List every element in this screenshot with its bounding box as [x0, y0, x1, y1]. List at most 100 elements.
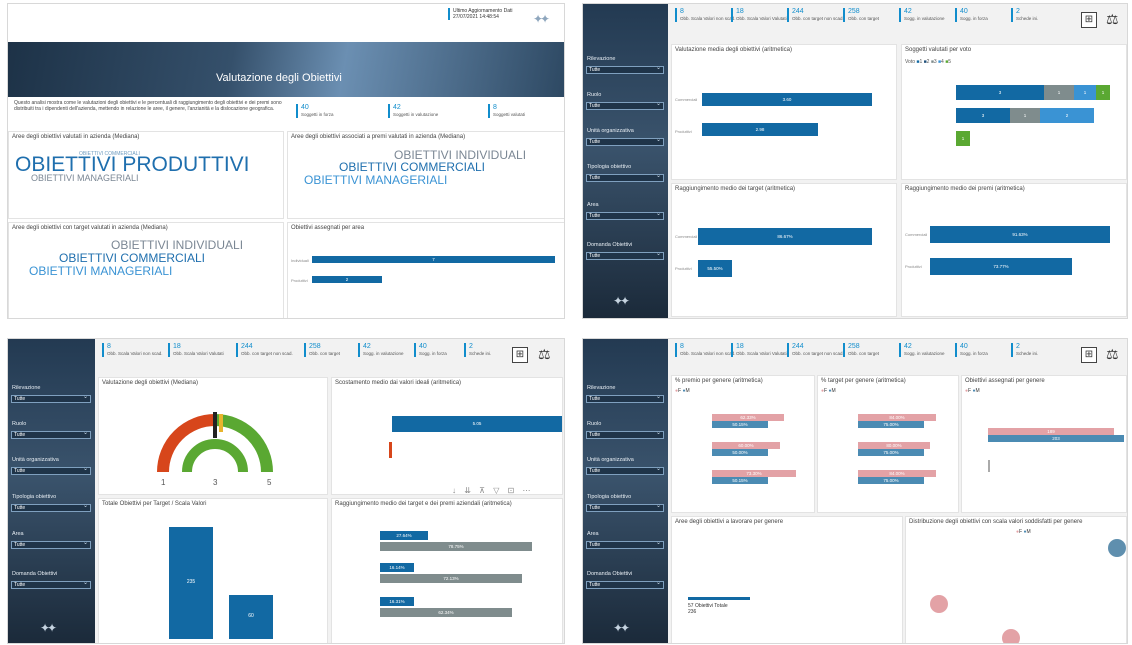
chart-raggiungimento-premi[interactable]: Raggiungimento medio dei premi (aritmeti… [901, 183, 1127, 317]
filter-domanda[interactable]: Tutte [586, 580, 664, 589]
filter-ruolo[interactable]: Tutte [586, 430, 664, 439]
bar[interactable]: 27.64% [380, 531, 428, 540]
bar[interactable]: 73.30% [712, 470, 796, 477]
filter-rilevazione[interactable]: Tutte [586, 65, 664, 74]
bar[interactable]: 3.60 [702, 93, 872, 106]
kpi-item: 18 Obb. Scala Valori Valutati [731, 343, 787, 357]
chart-distribuzione-scala-valori[interactable]: Distribuzione degli obiettivi con scala … [905, 516, 1127, 643]
filter-domanda[interactable]: Tutte [11, 580, 91, 589]
panel-gauge: Rilevazione Tutte Ruolo Tutte Unità orga… [7, 338, 565, 644]
chart-gauge-valutazione[interactable]: Valutazione degli obiettivi (Mediana) 1 … [98, 377, 328, 495]
kpi-label: Obb. con target [848, 351, 880, 356]
filter-area[interactable]: Tutte [11, 540, 91, 549]
kpi-label: Sogg. in valutazione [904, 16, 945, 21]
bar-segment[interactable]: 1 [1010, 108, 1040, 123]
wordcloud-aree-target[interactable]: Aree degli obiettivi con target valutati… [8, 222, 284, 318]
bar[interactable]: 16.31% [380, 597, 414, 606]
legend-item: M [685, 388, 690, 394]
bar[interactable]: 50.00% [712, 449, 768, 456]
legend-title: Voto [905, 59, 916, 65]
filter-ruolo[interactable]: Tutte [586, 101, 664, 110]
scale-icon[interactable]: ⚖ [1106, 346, 1119, 363]
bar[interactable]: 72.13% [380, 574, 522, 583]
filter-tipologia[interactable]: Tutte [586, 503, 664, 512]
filter-domanda[interactable]: Tutte [586, 251, 664, 260]
chart-obiettivi-genere[interactable]: Obiettivi assegnati per genere ●F ●M 189… [961, 375, 1127, 513]
filter-tipologia[interactable]: Tutte [11, 503, 91, 512]
scale-icon[interactable]: ⚖ [1106, 11, 1119, 28]
bar[interactable]: 16.14% [380, 563, 414, 572]
bar[interactable]: 75.00% [858, 449, 924, 456]
filter-area[interactable]: Tutte [586, 211, 664, 220]
bar-segment[interactable]: 1 [956, 131, 970, 146]
wordcloud-aree-premi[interactable]: Aree degli obiettivi associati a premi v… [287, 131, 564, 219]
bar[interactable]: 80.00% [858, 442, 930, 449]
kpi-item: 8 Obb. Scala Valori non scad. [102, 343, 162, 357]
chart-target-genere[interactable]: % target per genere (aritmetica) ●F ●M 8… [817, 375, 959, 513]
bar[interactable]: 50.15% [712, 477, 768, 484]
bar[interactable]: 62.33% [712, 414, 784, 421]
bar[interactable]: 2.98 [702, 123, 818, 136]
chart-premio-genere[interactable]: % premio per genere (aritmetica) ●F ●M 6… [671, 375, 815, 513]
bar-segment[interactable]: 3 [956, 108, 1010, 123]
word: OBIETTIVI MANAGERIALI [31, 173, 139, 183]
chart-valutazione-media[interactable]: Valutazione media degli obiettivi (aritm… [671, 44, 897, 180]
chart-totale-obiettivi[interactable]: Totale Obiettivi per Target / Scala Valo… [98, 498, 328, 643]
filter-unita[interactable]: Tutte [11, 466, 91, 475]
filter-ruolo[interactable]: Tutte [11, 430, 91, 439]
wordcloud-aree-obiettivi[interactable]: Aree degli obiettivi valutati in azienda… [8, 131, 284, 219]
kpi-item: 2 Schede ini. [1011, 8, 1038, 22]
bar[interactable]: 75.00% [858, 421, 924, 428]
filter-rilevazione[interactable]: Tutte [11, 394, 91, 403]
filter-rilevazione[interactable]: Tutte [586, 394, 664, 403]
chart-obiettivi-per-area[interactable]: Obiettivi assegnati per area Individuali… [287, 222, 564, 318]
bar[interactable]: 203 [988, 435, 1124, 442]
bar[interactable]: 78.75% [380, 542, 532, 551]
calculator-icon[interactable]: ⊞ [512, 347, 528, 363]
scatter-point[interactable] [1002, 629, 1020, 643]
filter-unita[interactable]: Tutte [586, 466, 664, 475]
bar[interactable]: 235 [169, 527, 213, 639]
bar[interactable]: 2 [312, 276, 382, 283]
chart-raggiungimento-target[interactable]: Raggiungimento medio dei target (aritmet… [671, 183, 897, 317]
bar-segment[interactable]: 1 [1044, 85, 1074, 100]
bar[interactable] [688, 597, 750, 600]
filter-unita[interactable]: Tutte [586, 137, 664, 146]
bar[interactable]: 84.00% [858, 470, 936, 477]
kpi-value: 8 [680, 343, 684, 350]
bar[interactable]: 60 [229, 595, 273, 639]
bar-segment[interactable]: 1 [1074, 85, 1096, 100]
calculator-icon[interactable]: ⊞ [1081, 12, 1097, 28]
chart-aree-lavorare-genere[interactable]: Aree degli obiettivi a lavorare per gene… [671, 516, 903, 643]
bar[interactable]: 7 [312, 256, 555, 263]
bar[interactable]: 84.00% [858, 414, 936, 421]
filter-area[interactable]: Tutte [586, 540, 664, 549]
legend-item: F [968, 388, 972, 394]
scatter-point[interactable] [1108, 539, 1126, 557]
bar[interactable]: 189 [988, 428, 1114, 435]
brand-logo-icon: ✦✦ [40, 621, 57, 635]
calculator-icon[interactable]: ⊞ [1081, 347, 1097, 363]
bar[interactable]: 75.00% [858, 477, 924, 484]
bar[interactable]: 73.77% [930, 258, 1072, 275]
bar[interactable]: 62.34% [380, 608, 512, 617]
bar[interactable]: 55.50% [698, 260, 732, 277]
bar-segment[interactable]: 3 [956, 85, 1044, 100]
scatter-point[interactable] [930, 595, 948, 613]
bar-segment[interactable]: 2 [1040, 108, 1094, 123]
bar[interactable]: 50.15% [712, 421, 768, 428]
chart-scostamento[interactable]: Scostamento medio dai valori ideali (ari… [331, 377, 563, 495]
chart-raggiungimento-target-premi[interactable]: Raggiungimento medio dei target e dei pr… [331, 498, 563, 643]
bar[interactable]: 60.00% [712, 442, 780, 449]
scale-icon[interactable]: ⚖ [538, 346, 551, 363]
kpi-label: Obb. Scala Valori non scad. [680, 351, 736, 356]
page-title: Valutazione degli Obiettivi [216, 72, 342, 84]
filter-tipologia[interactable]: Tutte [586, 173, 664, 182]
chart-soggetti-per-voto[interactable]: Soggetti valutati per voto Voto ■1 ■2 ■3… [901, 44, 1127, 180]
bar[interactable]: 5.05 [392, 416, 562, 432]
bar[interactable]: 86.67% [698, 228, 872, 245]
visual-toolbar[interactable]: ↓ ⇊ ⊼ ▽ ⊡ ⋯ [452, 486, 534, 494]
gauge-max: 5 [267, 478, 272, 487]
bar-segment[interactable]: 1 [1096, 85, 1110, 100]
bar[interactable]: 91.63% [930, 226, 1110, 243]
